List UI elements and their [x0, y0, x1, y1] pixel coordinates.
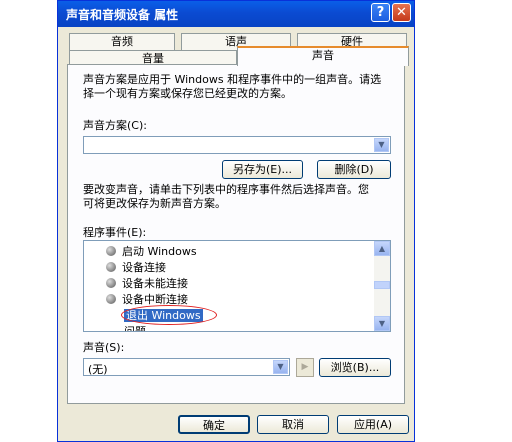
chevron-down-icon[interactable]: ▼ [374, 316, 390, 331]
ok-button[interactable]: 确定 [178, 415, 250, 434]
list-item[interactable]: 设备连接 [106, 260, 166, 275]
help-button[interactable]: ? [371, 3, 390, 22]
chevron-down-icon[interactable]: ▼ [273, 360, 288, 374]
cancel-button[interactable]: 取消 [257, 415, 329, 434]
scheme-description-line2: 择一个现有方案或保存您已经更改的方案。 [83, 87, 292, 100]
events-label: 程序事件(E): [83, 226, 147, 239]
speaker-icon [106, 262, 116, 272]
tab-sounds[interactable]: 声音 [237, 46, 409, 66]
events-description-line1: 要改变声音，请单击下列表中的程序事件然后选择声音。您 [83, 183, 369, 196]
speaker-icon [106, 278, 116, 288]
scheme-description-line1: 声音方案是应用于 Windows 和程序事件中的一组声音。请选 [83, 73, 382, 86]
sound-value: (无) [88, 363, 108, 376]
list-item[interactable]: 问题 [124, 324, 146, 331]
window-title: 声音和音频设备 属性 [66, 8, 179, 22]
list-item[interactable]: 启动 Windows [106, 244, 197, 259]
close-button[interactable]: ✕ [392, 3, 411, 22]
annotation-circle [121, 305, 217, 325]
tab-audio[interactable]: 音频 [69, 33, 175, 50]
scroll-thumb[interactable] [374, 281, 390, 289]
scheme-label: 声音方案(C): [83, 119, 147, 132]
speaker-icon [106, 246, 116, 256]
play-icon[interactable]: ▶ [296, 358, 314, 377]
sound-label: 声音(S): [83, 341, 125, 354]
save-as-button[interactable]: 另存为(E)... [222, 160, 303, 179]
chevron-down-icon[interactable]: ▼ [374, 138, 389, 152]
scheme-select[interactable]: ▼ [83, 136, 391, 154]
title-bar[interactable]: 声音和音频设备 属性 ? ✕ [58, 1, 414, 27]
sound-select[interactable]: (无) ▼ [83, 358, 290, 376]
events-description-line2: 可将更改保存为新声音方案。 [83, 197, 226, 210]
list-scrollbar[interactable]: ▲ ▼ [374, 241, 390, 331]
speaker-icon [106, 294, 116, 304]
list-item[interactable]: 设备未能连接 [106, 276, 188, 291]
browse-button[interactable]: 浏览(B)... [319, 358, 391, 377]
chevron-up-icon[interactable]: ▲ [374, 241, 390, 256]
delete-button[interactable]: 删除(D) [317, 160, 391, 179]
apply-button[interactable]: 应用(A) [337, 415, 409, 434]
